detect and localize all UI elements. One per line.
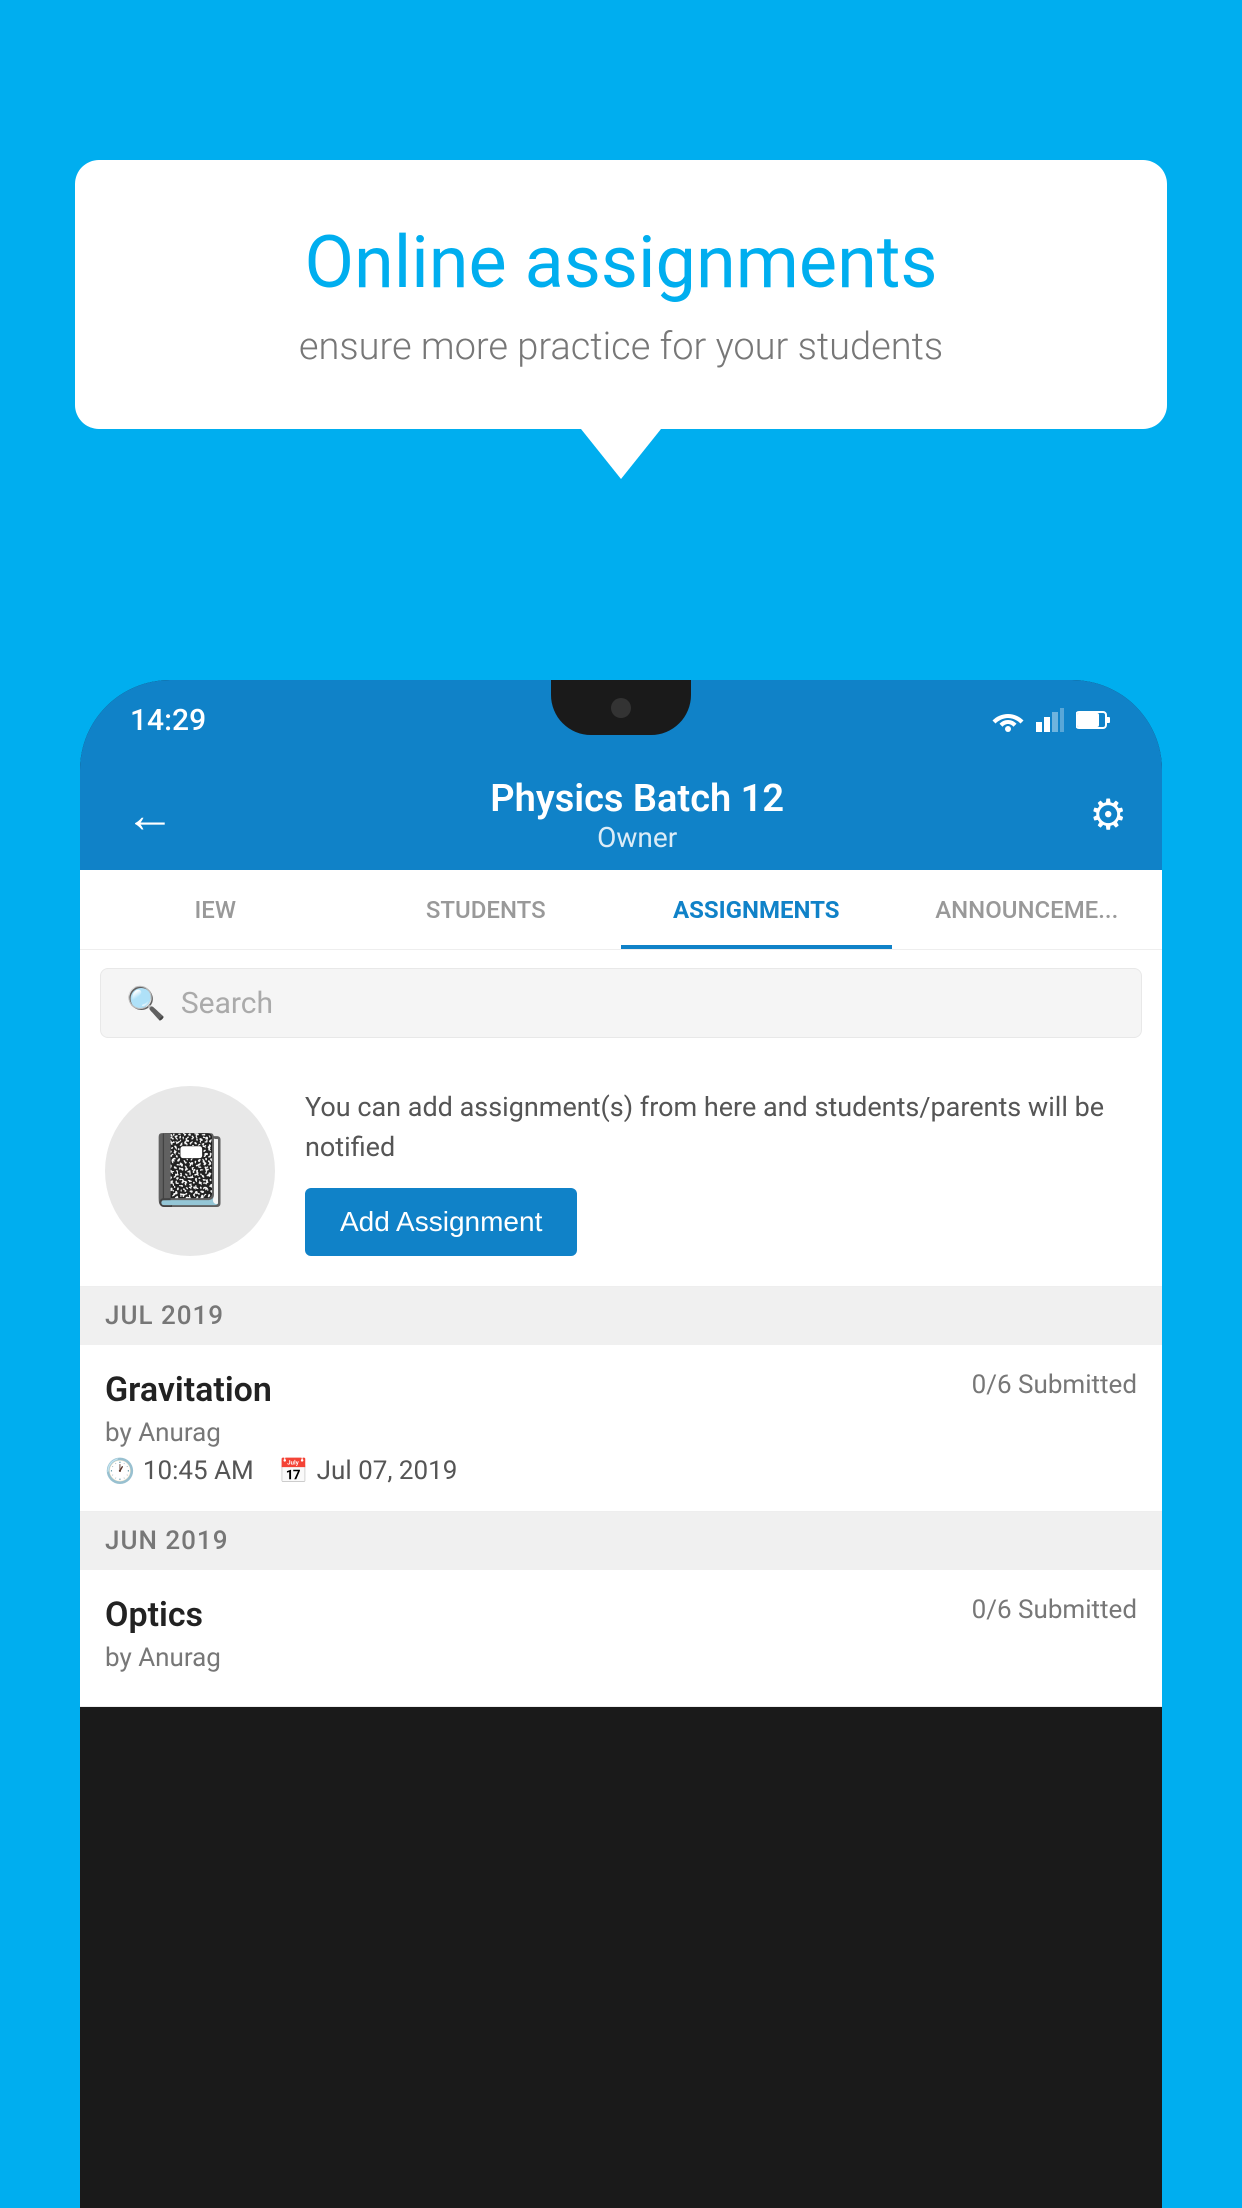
- promo-content: You can add assignment(s) from here and …: [305, 1087, 1137, 1256]
- search-input-placeholder: Search: [181, 986, 273, 1021]
- tab-assignments-label: ASSIGNMENTS: [673, 896, 840, 924]
- search-icon: 🔍: [126, 984, 166, 1022]
- screen-content: 🔍 Search 📓 You can add assignment(s) fro…: [80, 950, 1162, 1707]
- assignment-submitted-gravitation: 0/6 Submitted: [972, 1370, 1137, 1400]
- assignment-row1: Gravitation 0/6 Submitted: [105, 1370, 1137, 1410]
- speech-bubble-title: Online assignments: [145, 220, 1097, 305]
- promo-icon-circle: 📓: [105, 1086, 275, 1256]
- tab-iew-label: IEW: [195, 896, 236, 924]
- tab-students-label: STUDENTS: [426, 896, 546, 924]
- assignment-item-gravitation[interactable]: Gravitation 0/6 Submitted by Anurag 🕐 10…: [80, 1345, 1162, 1512]
- assignment-submitted-optics: 0/6 Submitted: [972, 1595, 1137, 1625]
- tab-students[interactable]: STUDENTS: [351, 870, 622, 949]
- clock-icon: 🕐: [105, 1457, 135, 1485]
- search-bar-container: 🔍 Search: [80, 950, 1162, 1056]
- status-icons: [992, 708, 1112, 732]
- meta-time-gravitation: 🕐 10:45 AM: [105, 1456, 254, 1486]
- app-bar-subtitle: Owner: [185, 821, 1089, 854]
- assignment-row1-optics: Optics 0/6 Submitted: [105, 1595, 1137, 1635]
- app-bar-title: Physics Batch 12: [185, 777, 1089, 821]
- status-time: 14:29: [130, 703, 206, 738]
- speech-bubble-arrow: [581, 429, 661, 479]
- tab-bar: IEW STUDENTS ASSIGNMENTS ANNOUNCEME...: [80, 870, 1162, 950]
- settings-button[interactable]: ⚙: [1089, 790, 1127, 840]
- calendar-icon: 📅: [279, 1457, 309, 1485]
- assignment-date-gravitation: Jul 07, 2019: [317, 1456, 458, 1486]
- app-bar-title-container: Physics Batch 12 Owner: [185, 777, 1089, 854]
- battery-icon: [1076, 710, 1112, 730]
- assignment-name-optics: Optics: [105, 1595, 203, 1635]
- speech-bubble-subtitle: ensure more practice for your students: [145, 325, 1097, 369]
- tab-assignments[interactable]: ASSIGNMENTS: [621, 870, 892, 949]
- assignment-author-optics: by Anurag: [105, 1643, 1137, 1673]
- camera-dot: [611, 698, 631, 718]
- add-assignment-button[interactable]: Add Assignment: [305, 1188, 577, 1256]
- meta-date-gravitation: 📅 Jul 07, 2019: [279, 1456, 458, 1486]
- tab-announcements[interactable]: ANNOUNCEME...: [892, 870, 1163, 949]
- assignment-meta-gravitation: 🕐 10:45 AM 📅 Jul 07, 2019: [105, 1456, 1137, 1486]
- tab-announcements-label: ANNOUNCEME...: [935, 896, 1118, 924]
- promo-text: You can add assignment(s) from here and …: [305, 1087, 1137, 1168]
- assignment-icon: 📓: [146, 1130, 233, 1212]
- tab-iew[interactable]: IEW: [80, 870, 351, 949]
- phone-notch: [551, 680, 691, 735]
- speech-bubble-container: Online assignments ensure more practice …: [75, 160, 1167, 479]
- assignment-item-optics[interactable]: Optics 0/6 Submitted by Anurag: [80, 1570, 1162, 1707]
- wifi-icon: [992, 708, 1024, 732]
- search-bar[interactable]: 🔍 Search: [100, 968, 1142, 1038]
- promo-section: 📓 You can add assignment(s) from here an…: [80, 1056, 1162, 1287]
- back-button[interactable]: ←: [115, 776, 185, 855]
- section-header-jul: JUL 2019: [80, 1287, 1162, 1345]
- phone-frame: 14:29: [80, 680, 1162, 2208]
- speech-bubble: Online assignments ensure more practice …: [75, 160, 1167, 429]
- assignment-name-gravitation: Gravitation: [105, 1370, 272, 1410]
- assignment-time-gravitation: 10:45 AM: [143, 1456, 254, 1486]
- signal-icon: [1036, 708, 1064, 732]
- status-bar: 14:29: [80, 680, 1162, 760]
- app-bar: ← Physics Batch 12 Owner ⚙: [80, 760, 1162, 870]
- section-header-jun: JUN 2019: [80, 1512, 1162, 1570]
- assignment-author-gravitation: by Anurag: [105, 1418, 1137, 1448]
